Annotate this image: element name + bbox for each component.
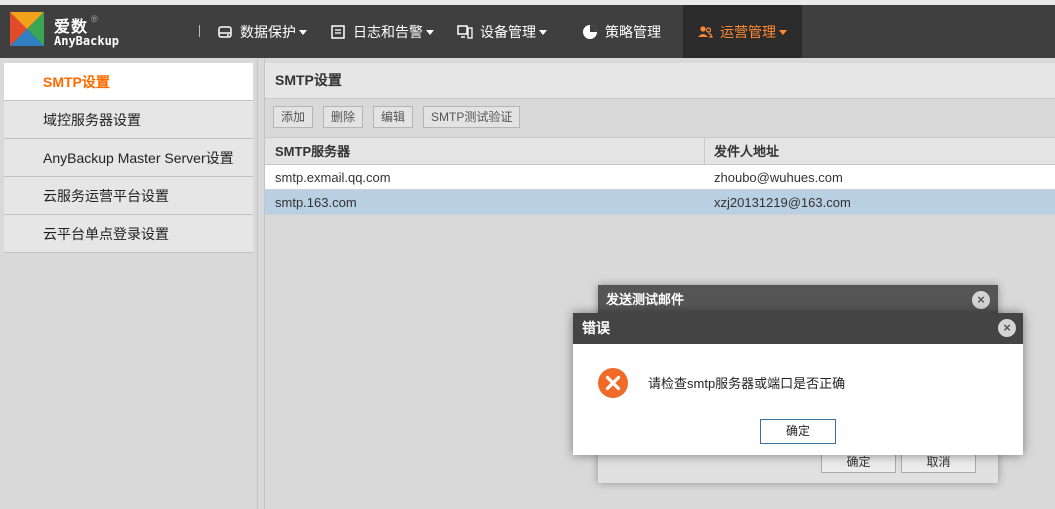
top-bar: 爱数 ® AnyBackup 数据保护 日志和告警 设备管理 策略管理 运营管理 bbox=[0, 0, 1055, 58]
edit-button[interactable]: 编辑 bbox=[373, 106, 414, 128]
database-icon bbox=[218, 25, 232, 38]
nav-operations-management[interactable]: 运营管理 bbox=[683, 5, 802, 58]
chevron-down-icon bbox=[779, 30, 787, 35]
dialog-title: 错误 bbox=[582, 320, 610, 336]
cell-sender: zhoubo@wuhues.com bbox=[714, 170, 843, 185]
chevron-down-icon bbox=[539, 30, 547, 35]
sidebar-item-label: 云平台单点登录设置 bbox=[43, 226, 169, 242]
column-header-sender[interactable]: 发件人地址 bbox=[714, 138, 779, 165]
nav-logs-alerts[interactable]: 日志和告警 bbox=[330, 5, 434, 58]
nav-label: 设备管理 bbox=[480, 23, 536, 40]
sidebar-item-sso[interactable]: 云平台单点登录设置 bbox=[4, 215, 253, 253]
cell-server: smtp.163.com bbox=[275, 195, 357, 210]
table-row-selected[interactable]: smtp.163.com xzj20131219@163.com bbox=[265, 190, 1055, 215]
log-icon bbox=[331, 24, 345, 39]
brand-name-en: AnyBackup bbox=[54, 34, 120, 48]
sidebar-item-label: 云服务运营平台设置 bbox=[43, 188, 169, 204]
cell-sender: xzj20131219@163.com bbox=[714, 195, 851, 210]
dialog-header: 发送测试邮件 × bbox=[598, 285, 998, 315]
sidebar: SMTP设置 域控服务器设置 AnyBackup Master Server设置… bbox=[0, 58, 258, 509]
sidebar-item-master-server[interactable]: AnyBackup Master Server设置 bbox=[4, 139, 253, 177]
add-button[interactable]: 添加 bbox=[273, 106, 314, 128]
logo-icon bbox=[10, 12, 44, 46]
dialog-header: 错误 × bbox=[573, 313, 1023, 344]
nav-policy-management[interactable]: 策略管理 bbox=[582, 5, 661, 58]
error-icon bbox=[598, 368, 628, 398]
pie-chart-icon bbox=[583, 24, 597, 39]
column-header-server[interactable]: SMTP服务器 bbox=[275, 138, 350, 165]
close-icon[interactable]: × bbox=[972, 291, 990, 309]
nav-label: 数据保护 bbox=[240, 23, 296, 40]
nav-label: 日志和告警 bbox=[353, 23, 423, 40]
smtp-table: SMTP服务器 发件人地址 smtp.exmail.qq.com zhoubo@… bbox=[265, 137, 1055, 215]
nav-data-protection[interactable]: 数据保护 bbox=[217, 5, 307, 58]
toolbar: 添加 删除 编辑 SMTP测试验证 bbox=[273, 106, 521, 128]
chevron-down-icon bbox=[426, 30, 434, 35]
column-divider[interactable] bbox=[704, 138, 705, 165]
error-message: 请检查smtp服务器或端口是否正确 bbox=[648, 376, 846, 391]
logo: 爱数 ® AnyBackup bbox=[10, 12, 150, 52]
nav-label: 运营管理 bbox=[720, 23, 776, 40]
users-icon bbox=[698, 25, 713, 38]
nav-label: 策略管理 bbox=[605, 23, 661, 40]
sidebar-item-cloud-platform[interactable]: 云服务运营平台设置 bbox=[4, 177, 253, 215]
smtp-test-button[interactable]: SMTP测试验证 bbox=[423, 106, 521, 128]
chevron-down-icon bbox=[299, 30, 307, 35]
nav-separator bbox=[199, 25, 200, 37]
sidebar-item-label: SMTP设置 bbox=[43, 74, 110, 90]
table-header: SMTP服务器 发件人地址 bbox=[265, 137, 1055, 165]
error-dialog: 错误 × 请检查smtp服务器或端口是否正确 确定 bbox=[573, 313, 1023, 455]
page-title: SMTP设置 bbox=[265, 63, 1055, 99]
sidebar-item-label: AnyBackup Master Server设置 bbox=[43, 150, 234, 166]
nav-device-management[interactable]: 设备管理 bbox=[457, 5, 547, 58]
close-icon[interactable]: × bbox=[998, 319, 1016, 337]
cell-server: smtp.exmail.qq.com bbox=[275, 170, 391, 185]
dialog-title: 发送测试邮件 bbox=[606, 292, 685, 307]
sidebar-item-label: 域控服务器设置 bbox=[43, 112, 141, 128]
top-nav: 爱数 ® AnyBackup 数据保护 日志和告警 设备管理 策略管理 运营管理 bbox=[0, 5, 1055, 58]
device-icon bbox=[457, 24, 473, 39]
sidebar-item-domain-controller[interactable]: 域控服务器设置 bbox=[4, 101, 253, 139]
registered-mark: ® bbox=[91, 14, 98, 24]
table-row[interactable]: smtp.exmail.qq.com zhoubo@wuhues.com bbox=[265, 165, 1055, 190]
delete-button[interactable]: 删除 bbox=[323, 106, 364, 128]
ok-button[interactable]: 确定 bbox=[760, 419, 836, 444]
sidebar-item-smtp[interactable]: SMTP设置 bbox=[4, 63, 253, 101]
